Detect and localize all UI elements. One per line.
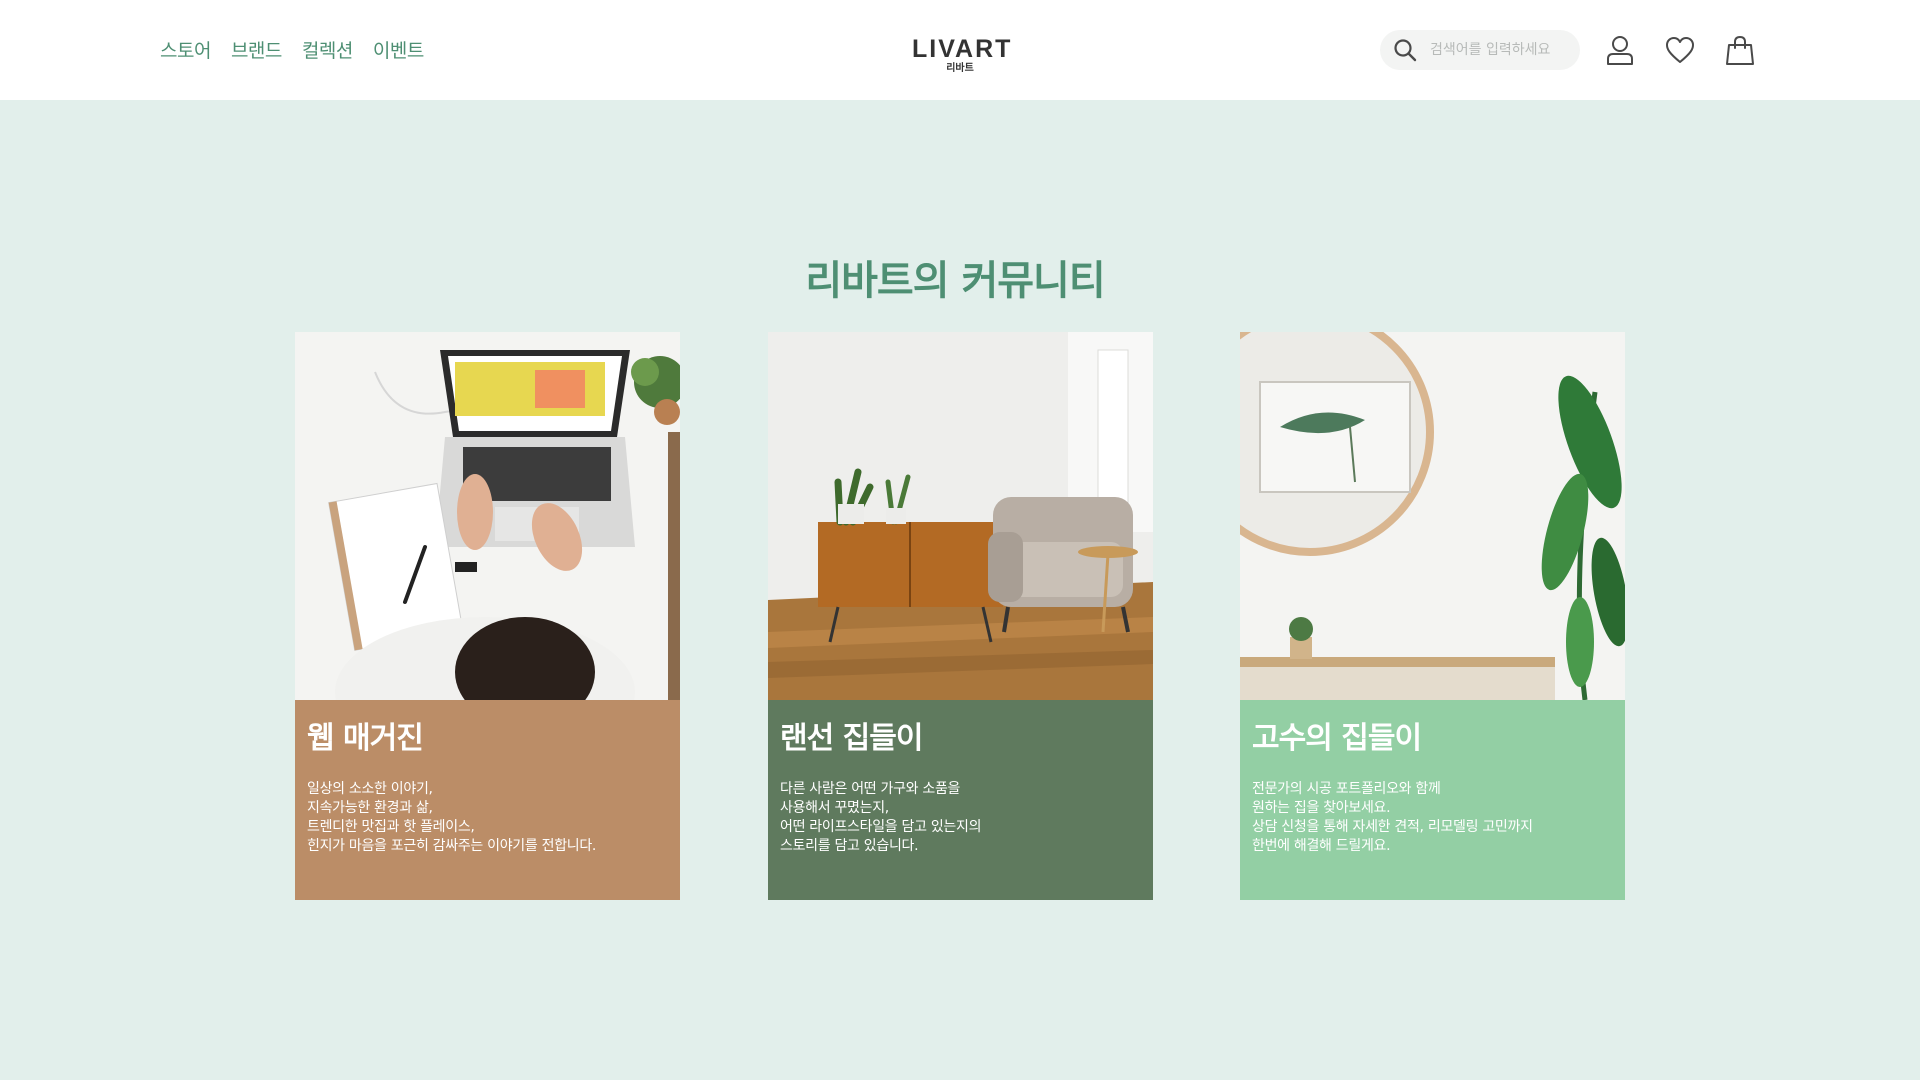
card-web-magazine[interactable]: 웹 매거진 일상의 소소한 이야기, 지속가능한 환경과 삶, 트렌디한 맛집과… [295, 332, 680, 900]
section-title: 리바트의 커뮤니티 [805, 258, 1105, 304]
card-body: 고수의 집들이 전문가의 시공 포트폴리오와 함께 원하는 집을 찾아보세요. … [1240, 700, 1625, 900]
card-description: 일상의 소소한 이야기, 지속가능한 환경과 삶, 트렌디한 맛집과 핫 플레이… [307, 781, 597, 854]
card-image-laptop[interactable] [295, 332, 680, 700]
nav-event[interactable]: 이벤트 [373, 36, 424, 63]
card-image-mirror-plant[interactable] [1240, 332, 1625, 700]
card-body: 랜선 집들이 다른 사람은 어떤 가구와 소품을 사용해서 꾸몄는지, 어떤 라… [768, 700, 1153, 900]
card-image-living-room[interactable] [768, 332, 1153, 700]
heart-icon[interactable] [1664, 34, 1696, 66]
logo[interactable]: LIVART 리바트 [912, 35, 1013, 75]
user-icon[interactable] [1604, 34, 1636, 66]
search-box[interactable] [1380, 30, 1580, 70]
card-title: 랜선 집들이 [780, 721, 923, 756]
card-expert-housewarming[interactable]: 고수의 집들이 전문가의 시공 포트폴리오와 함께 원하는 집을 찾아보세요. … [1240, 332, 1625, 900]
living-room-armchair-photo [768, 332, 1153, 700]
logo-main: LIVART [912, 35, 1013, 63]
nav-collection[interactable]: 컬렉션 [302, 36, 353, 63]
search-icon[interactable] [1392, 37, 1418, 63]
laptop-desk-photo [295, 332, 680, 700]
card-description: 다른 사람은 어떤 가구와 소품을 사용해서 꾸몄는지, 어떤 라이프스타일을 … [780, 781, 982, 854]
card-body: 웹 매거진 일상의 소소한 이야기, 지속가능한 환경과 삶, 트렌디한 맛집과… [295, 700, 680, 900]
nav-store[interactable]: 스토어 [160, 36, 211, 63]
nav-brand[interactable]: 브랜드 [231, 36, 282, 63]
shopping-bag-icon[interactable] [1724, 34, 1756, 66]
main-nav: 스토어 브랜드 컬렉션 이벤트 [160, 36, 424, 63]
card-title: 고수의 집들이 [1252, 721, 1422, 756]
card-description: 전문가의 시공 포트폴리오와 함께 원하는 집을 찾아보세요. 상담 신청을 통… [1252, 781, 1533, 854]
card-title: 웹 매거진 [307, 721, 424, 756]
logo-sub: 리바트 [946, 63, 974, 74]
mirror-plant-photo [1240, 332, 1625, 700]
search-input[interactable] [1430, 42, 1570, 58]
card-online-housewarming[interactable]: 랜선 집들이 다른 사람은 어떤 가구와 소품을 사용해서 꾸몄는지, 어떤 라… [768, 332, 1153, 900]
site-header: 스토어 브랜드 컬렉션 이벤트 LIVART 리바트 [0, 0, 1920, 100]
